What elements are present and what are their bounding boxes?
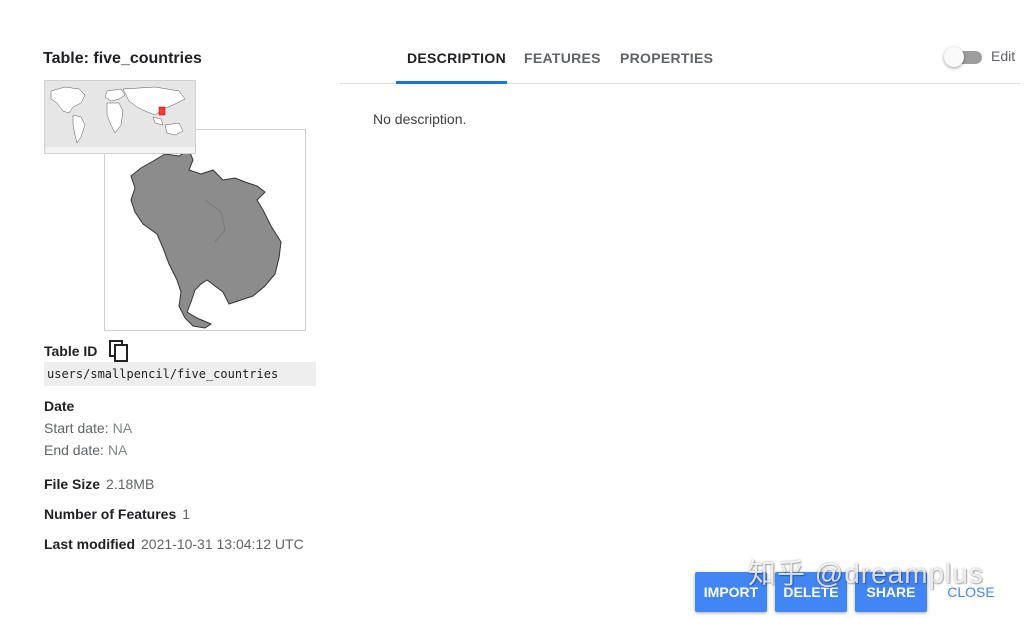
delete-button[interactable]: DELETE	[775, 572, 847, 612]
region-preview-thumbnail	[104, 129, 306, 331]
feature-count-value: 1	[182, 506, 191, 522]
start-date-row: Start date: NA	[44, 420, 132, 436]
tab-properties[interactable]: PROPERTIES	[620, 50, 713, 84]
start-date-value: NA	[112, 420, 133, 436]
import-button[interactable]: IMPORT	[695, 572, 767, 612]
last-modified-row: Last modified 2021-10-31 13:04:12 UTC	[44, 536, 304, 552]
close-button[interactable]: CLOSE	[942, 572, 1000, 612]
world-map-icon	[45, 81, 195, 153]
edit-toggle[interactable]	[944, 47, 982, 67]
start-date-label: Start date:	[44, 420, 109, 436]
country-shape-icon	[130, 149, 282, 329]
tab-features[interactable]: FEATURES	[524, 50, 601, 84]
selected-region-marker	[158, 106, 166, 116]
last-modified-value: 2021-10-31 13:04:12 UTC	[141, 536, 304, 552]
description-text: No description.	[373, 111, 467, 127]
table-id-field[interactable]: users/smallpencil/five_countries	[44, 362, 316, 386]
share-button[interactable]: SHARE	[855, 572, 927, 612]
tab-description[interactable]: DESCRIPTION	[407, 50, 506, 84]
toggle-knob	[944, 47, 964, 67]
end-date-label: End date:	[44, 442, 104, 458]
file-size-row: File Size 2.18MB	[44, 476, 154, 492]
end-date-value: NA	[107, 442, 128, 458]
end-date-row: End date: NA	[44, 442, 127, 458]
active-tab-indicator	[396, 81, 507, 84]
feature-count-label: Number of Features	[44, 506, 177, 522]
date-heading: Date	[44, 398, 75, 414]
page-title: Table: five_countries	[43, 50, 202, 67]
tab-bar: DESCRIPTION FEATURES PROPERTIES	[340, 40, 1020, 84]
table-id-label: Table ID	[44, 343, 98, 359]
copy-icon[interactable]	[109, 340, 129, 362]
feature-count-row: Number of Features 1	[44, 506, 190, 522]
table-details-panel: Table: five_countries Table ID users/sma…	[0, 0, 340, 619]
file-size-value: 2.18MB	[106, 476, 155, 492]
last-modified-label: Last modified	[44, 536, 136, 552]
world-overview-thumbnail	[44, 80, 196, 154]
edit-toggle-label: Edit	[991, 48, 1016, 64]
file-size-label: File Size	[44, 476, 101, 492]
